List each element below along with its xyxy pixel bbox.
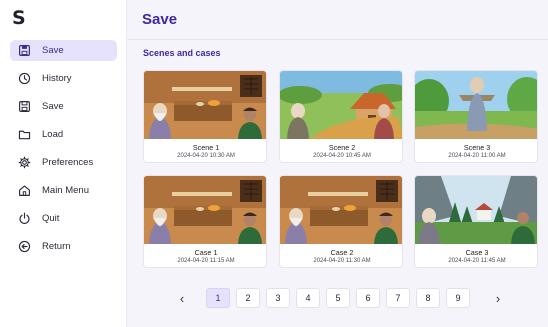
divider (128, 39, 548, 40)
scene-thumbnail (144, 71, 266, 139)
scene-thumbnail (415, 176, 537, 244)
card-title: Scene 1 (192, 143, 220, 152)
card-timestamp: 2024-04-20 11:00 AM (448, 153, 506, 159)
save-icon (17, 100, 31, 114)
card-title: Scene 3 (463, 143, 491, 152)
sidebar-item-label: Load (42, 129, 64, 140)
card-timestamp: 2024-04-20 10:30 AM (177, 153, 235, 159)
scene-thumbnail (144, 176, 266, 244)
save-icon (17, 44, 31, 58)
gear-icon (17, 156, 31, 170)
sidebar-item-preferences[interactable]: Preferences (10, 152, 117, 173)
page-button-9[interactable]: 9 (446, 288, 470, 308)
power-icon (17, 212, 31, 226)
card-timestamp: 2024-04-20 10:45 AM (313, 153, 371, 159)
sidebar-item-label: Save (42, 101, 64, 112)
page-button-2[interactable]: 2 (236, 288, 260, 308)
scene-thumbnail (280, 176, 402, 244)
save-slot-card[interactable]: Case 1 2024-04-20 11:15 AM (143, 175, 267, 268)
card-timestamp: 2024-04-20 11:30 AM (313, 258, 371, 264)
scene-thumbnail (280, 71, 402, 139)
page-button-1[interactable]: 1 (206, 288, 230, 308)
sidebar-item-label: Return (42, 241, 71, 252)
sidebar: S Save History Save Load Preferences Mai… (0, 0, 127, 327)
card-title: Scene 2 (328, 143, 356, 152)
card-title: Case 1 (194, 248, 218, 257)
sidebar-item-history[interactable]: History (10, 68, 117, 89)
page-button-6[interactable]: 6 (356, 288, 380, 308)
save-slot-card[interactable]: Scene 3 2024-04-20 11:00 AM (414, 70, 538, 163)
app-logo: S (12, 7, 26, 29)
prev-page-button[interactable]: ‹ (172, 288, 192, 308)
clock-icon (17, 72, 31, 86)
card-timestamp: 2024-04-20 11:45 AM (448, 258, 506, 264)
sidebar-item-label: Main Menu (42, 185, 89, 196)
sidebar-item-label: Quit (42, 213, 60, 224)
sidebar-item-quit[interactable]: Quit (10, 208, 117, 229)
page-title: Save (142, 11, 178, 28)
sidebar-item-label: Save (42, 45, 64, 56)
page-button-3[interactable]: 3 (266, 288, 290, 308)
sidebar-item-label: Preferences (42, 157, 94, 168)
save-slot-card[interactable]: Scene 1 2024-04-20 10:30 AM (143, 70, 267, 163)
sidebar-item-save[interactable]: Save (10, 96, 117, 117)
section-title: Scenes and cases (143, 48, 221, 58)
save-slot-card[interactable]: Case 3 2024-04-20 11:45 AM (414, 175, 538, 268)
save-slot-card[interactable]: Scene 2 2024-04-20 10:45 AM (279, 70, 403, 163)
folder-icon (17, 128, 31, 142)
card-title: Case 3 (465, 248, 489, 257)
sidebar-item-main-menu[interactable]: Main Menu (10, 180, 117, 201)
page-button-8[interactable]: 8 (416, 288, 440, 308)
home-icon (17, 184, 31, 198)
card-timestamp: 2024-04-20 11:15 AM (177, 258, 235, 264)
sidebar-item-load[interactable]: Load (10, 124, 117, 145)
next-page-button[interactable]: › (488, 288, 508, 308)
sidebar-item-return[interactable]: Return (10, 236, 117, 257)
page-button-7[interactable]: 7 (386, 288, 410, 308)
page-button-5[interactable]: 5 (326, 288, 350, 308)
page-button-4[interactable]: 4 (296, 288, 320, 308)
sidebar-item-label: History (42, 73, 72, 84)
pagination: ‹ 123456789 › (128, 288, 548, 310)
scene-thumbnail (415, 71, 537, 139)
main-panel: Save Scenes and cases Scene 1 2024-04-20 … (128, 0, 548, 327)
save-slot-card[interactable]: Case 2 2024-04-20 11:30 AM (279, 175, 403, 268)
card-title: Case 2 (330, 248, 354, 257)
sidebar-item-save-active[interactable]: Save (10, 40, 117, 61)
back-arrow-icon (17, 240, 31, 254)
